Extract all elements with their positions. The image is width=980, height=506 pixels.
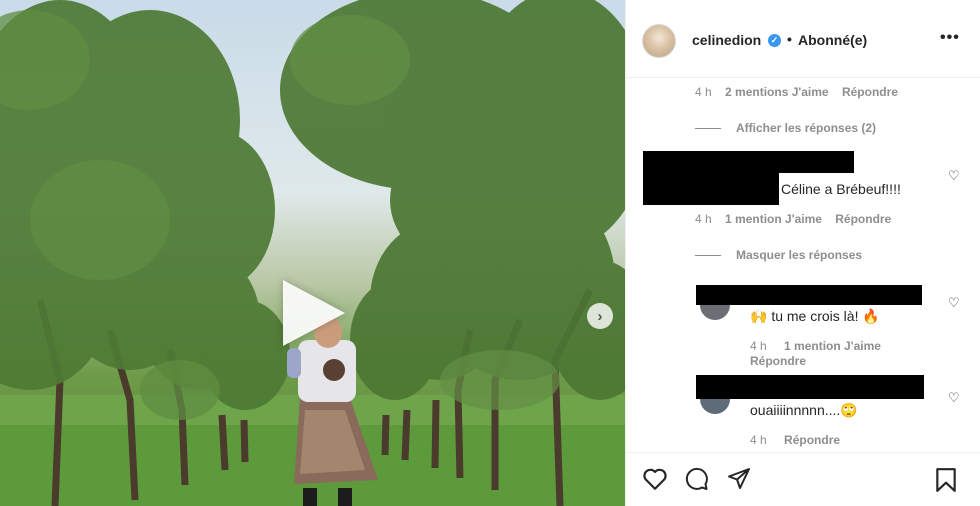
post-media[interactable]: › [0, 0, 625, 506]
replies-divider [695, 128, 721, 129]
chevron-right-icon: › [597, 307, 603, 325]
follow-status-button[interactable]: Abonné(e) [798, 32, 867, 48]
post-header: celinedion ✓ • Abonné(e) ••• [626, 0, 980, 78]
hide-replies-button[interactable]: Masquer les réponses [736, 248, 862, 262]
reply-button[interactable]: Répondre [750, 354, 806, 368]
reply-button[interactable]: Répondre [784, 433, 840, 447]
reply-meta: 4 h 1 mention J'aime Répondre [750, 339, 940, 369]
like-comment-heart-icon[interactable]: ♡ [948, 168, 960, 184]
comment-time: 4 h [750, 339, 767, 353]
avatar[interactable] [642, 24, 676, 58]
heart-icon[interactable] [642, 467, 668, 491]
comment-time: 4 h [750, 433, 767, 447]
orchard-scene [0, 0, 625, 506]
verified-badge-icon: ✓ [768, 34, 781, 47]
play-icon[interactable] [283, 280, 345, 346]
redacted-block [696, 285, 922, 305]
bookmark-icon[interactable] [934, 467, 958, 493]
next-media-button[interactable]: › [587, 303, 613, 329]
share-icon[interactable] [726, 467, 752, 491]
comment-likes[interactable]: 2 mentions J'aime [725, 85, 829, 99]
replies-divider [695, 255, 721, 256]
like-comment-heart-icon[interactable]: ♡ [948, 390, 960, 406]
more-options-icon[interactable]: ••• [940, 29, 960, 47]
reply-text: 🙌 tu me crois là! 🔥 [750, 308, 880, 324]
post-action-bar [626, 452, 980, 506]
reply-text: ouaiiiinnnnn....🙄 [750, 402, 858, 418]
comment-meta: 4 h 2 mentions J'aime Répondre [695, 85, 898, 99]
comment-time: 4 h [695, 85, 712, 99]
comment-text: Céline a Brébeuf!!!! [781, 181, 901, 197]
comment-meta: 4 h 1 mention J'aime Répondre [695, 212, 891, 226]
separator-dot: • [787, 31, 792, 47]
redacted-block [696, 375, 924, 399]
comment-likes[interactable]: 1 mention J'aime [725, 212, 822, 226]
comment-likes[interactable]: 1 mention J'aime [784, 339, 881, 353]
redacted-block [643, 173, 779, 205]
like-comment-heart-icon[interactable]: ♡ [948, 295, 960, 311]
redacted-block [643, 151, 854, 173]
reply-meta: 4 h Répondre [750, 433, 840, 447]
comment-icon[interactable] [684, 467, 710, 491]
comment-time: 4 h [695, 212, 712, 226]
username-link[interactable]: celinedion [692, 32, 761, 48]
reply-button[interactable]: Répondre [835, 212, 891, 226]
show-replies-button[interactable]: Afficher les réponses (2) [736, 121, 876, 135]
post-sidebar: celinedion ✓ • Abonné(e) ••• 4 h 2 menti… [625, 0, 980, 506]
reply-button[interactable]: Répondre [842, 85, 898, 99]
